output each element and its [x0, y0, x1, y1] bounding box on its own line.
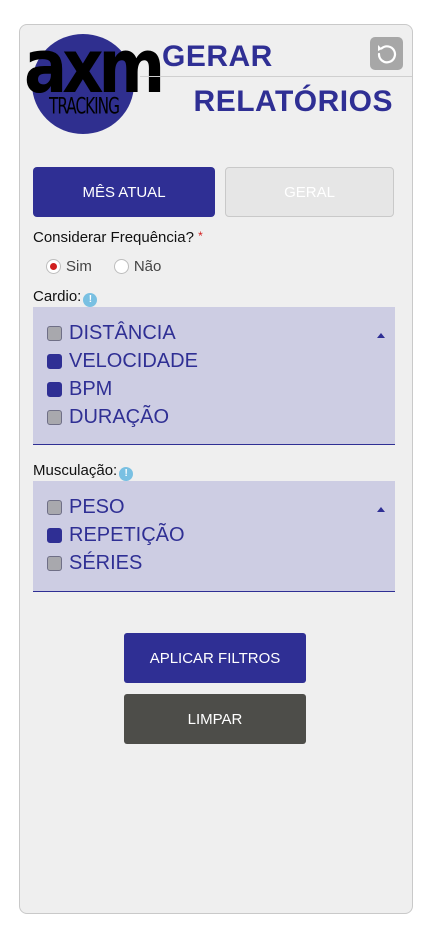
- page-title-line1: GERAR: [162, 40, 273, 73]
- frequency-label: Considerar Frequência? *: [33, 229, 203, 246]
- chevron-up-icon[interactable]: [377, 507, 385, 512]
- radio-option-sim[interactable]: Sim: [46, 258, 92, 275]
- chevron-up-icon[interactable]: [377, 333, 385, 338]
- option-label: DISTÂNCIA: [69, 322, 176, 344]
- frequency-radio-group: Sim Não: [46, 258, 183, 275]
- cardio-label-text: Cardio:: [33, 288, 82, 305]
- required-mark: *: [198, 229, 203, 243]
- checkbox-velocidade[interactable]: [47, 354, 62, 369]
- checkbox-bpm[interactable]: [47, 382, 62, 397]
- radio-option-nao[interactable]: Não: [113, 258, 162, 275]
- musculacao-option-peso[interactable]: PESO: [47, 496, 125, 519]
- frequency-label-text: Considerar Frequência?: [33, 229, 194, 246]
- checkbox-duracao[interactable]: [47, 410, 62, 425]
- cardio-option-distancia[interactable]: DISTÂNCIA: [47, 322, 176, 345]
- cardio-option-duracao[interactable]: DURAÇÃO: [47, 406, 169, 429]
- cardio-option-velocidade[interactable]: VELOCIDADE: [47, 350, 198, 373]
- checkbox-distancia[interactable]: [47, 326, 62, 341]
- radio-sim[interactable]: [46, 259, 61, 274]
- title-divider: [140, 76, 412, 77]
- radio-sim-label: Sim: [66, 258, 92, 275]
- info-icon[interactable]: !: [83, 292, 98, 307]
- checkbox-repeticao[interactable]: [47, 528, 62, 543]
- refresh-icon: [377, 44, 396, 63]
- page-title-line2: RELATÓRIOS: [193, 85, 393, 118]
- option-label: VELOCIDADE: [69, 350, 198, 372]
- cardio-label: Cardio:!: [33, 288, 98, 307]
- musculacao-label: Musculação:!: [33, 462, 134, 481]
- radio-nao-label: Não: [133, 258, 162, 275]
- tab-current-month[interactable]: MÊS ATUAL: [33, 167, 215, 217]
- musculacao-option-series[interactable]: SÉRIES: [47, 552, 142, 575]
- reset-button[interactable]: [370, 37, 403, 70]
- cardio-multiselect[interactable]: DISTÂNCIA VELOCIDADE BPM DURAÇÃO: [33, 307, 395, 445]
- tab-general[interactable]: GERAL: [225, 167, 394, 217]
- checkbox-series[interactable]: [47, 556, 62, 571]
- option-label: SÉRIES: [69, 552, 143, 574]
- apply-filters-button[interactable]: APLICAR FILTROS: [124, 633, 306, 683]
- option-label: BPM: [69, 378, 113, 400]
- option-label: REPETIÇÃO: [69, 524, 185, 546]
- radio-nao[interactable]: [113, 259, 129, 274]
- option-label: PESO: [69, 496, 125, 518]
- musculacao-label-text: Musculação:: [33, 462, 118, 479]
- option-label: DURAÇÃO: [69, 406, 170, 428]
- musculacao-multiselect[interactable]: PESO REPETIÇÃO SÉRIES: [33, 481, 395, 592]
- info-icon[interactable]: !: [119, 466, 134, 481]
- logo-subtitle: TRACKING: [49, 94, 120, 120]
- clear-button[interactable]: LIMPAR: [124, 694, 306, 744]
- musculacao-option-repeticao[interactable]: REPETIÇÃO: [47, 524, 185, 547]
- checkbox-peso[interactable]: [47, 500, 62, 515]
- cardio-option-bpm[interactable]: BPM: [47, 378, 112, 401]
